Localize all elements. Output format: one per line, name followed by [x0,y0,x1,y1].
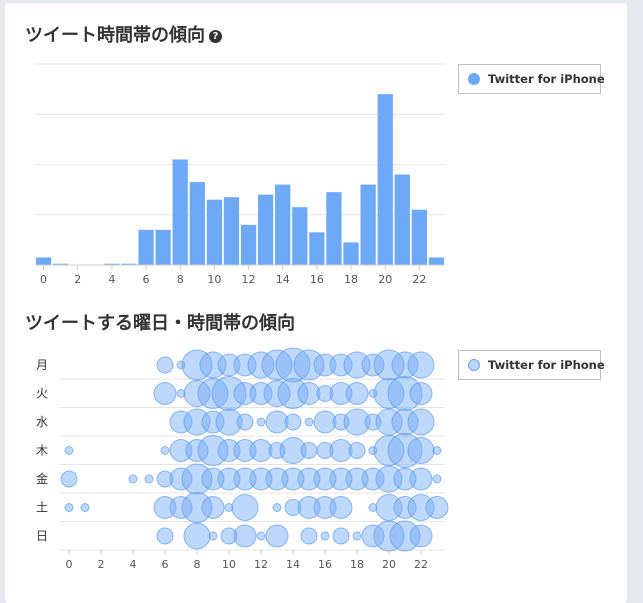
y-tick-label: 月 [36,358,48,372]
bubble[interactable] [352,531,362,541]
y-tick-label: 水 [36,415,48,429]
x-tick-label: 16 [318,558,332,571]
bubble[interactable] [128,474,138,484]
y-tick-label: 火 [36,387,48,401]
bubble[interactable] [329,496,353,519]
x-tick-label: 8 [177,273,184,286]
bubble[interactable] [345,382,369,405]
bubble[interactable] [256,531,266,541]
x-tick-label: 20 [378,273,392,286]
bubble[interactable] [153,382,177,405]
bubble[interactable] [348,442,366,459]
bar[interactable] [343,242,359,265]
x-tick-label: 0 [40,273,47,286]
x-tick-label: 14 [276,273,290,286]
bubble[interactable] [284,413,302,431]
bar[interactable] [275,184,291,265]
y-tick-label: 金 [36,471,48,486]
bar[interactable] [394,174,410,265]
bubble[interactable] [156,356,174,374]
bar[interactable] [360,184,376,265]
bar[interactable] [428,257,445,265]
bar[interactable] [206,199,223,265]
bar[interactable] [257,194,274,265]
bubble[interactable] [272,503,282,512]
y-tick-label: 土 [36,501,48,515]
bubble[interactable] [320,531,330,541]
bar[interactable] [155,229,171,265]
bubble[interactable] [407,408,435,436]
bar[interactable] [189,182,205,265]
x-tick-label: 22 [412,273,426,286]
weekday-chart-title: ツイートする曜日・時間帯の傾向 [25,313,295,334]
bubble[interactable] [64,446,74,455]
bubble[interactable] [300,527,318,545]
x-tick-label: 8 [194,558,201,571]
x-tick-label: 14 [286,558,300,571]
x-tick-label: 18 [344,273,358,286]
x-tick-label: 12 [254,558,268,571]
x-tick-label: 12 [242,273,256,286]
x-tick-label: 2 [98,558,105,571]
hourly-bar-chart: 0 2 4 6 8 10 12 14 16 18 20 22 [35,63,445,286]
bar[interactable] [377,94,393,266]
bubble[interactable] [208,531,218,541]
x-tick-label: 22 [414,558,428,571]
bubble[interactable] [304,417,314,427]
bubble[interactable] [80,503,90,512]
bubble[interactable] [300,442,318,459]
bubble[interactable] [409,467,433,491]
bubble[interactable] [201,496,225,519]
x-tick-label: 4 [130,558,137,571]
x-tick-label: 6 [162,558,169,571]
bar[interactable] [172,159,188,265]
bubble[interactable] [332,527,350,545]
bubble[interactable] [64,503,74,512]
x-tick-label: 10 [207,273,221,286]
x-tick-label: 10 [222,558,236,571]
x-tick-label: 20 [382,558,396,571]
bubble[interactable] [183,522,211,550]
bubble[interactable] [265,524,289,548]
bubble[interactable] [236,413,254,431]
bar[interactable] [309,232,325,265]
bubble[interactable] [160,446,170,455]
y-tick-label: 日 [36,529,48,543]
x-tick-label: 2 [74,273,81,286]
bubble[interactable] [432,446,442,455]
bubble[interactable] [256,417,266,427]
bubble[interactable] [409,524,433,548]
y-tick-label: 木 [36,444,48,458]
bar[interactable] [240,224,257,265]
bubble[interactable] [231,494,259,521]
bar[interactable] [138,229,154,265]
bubble[interactable] [432,474,442,484]
bar[interactable] [292,207,308,265]
bar[interactable] [223,197,240,265]
bar[interactable] [35,257,52,265]
x-tick-label: 16 [310,273,324,286]
bubble[interactable] [425,496,449,519]
bubble[interactable] [144,474,154,484]
bubble[interactable] [60,470,78,488]
bar[interactable] [326,192,342,265]
bubble[interactable] [409,382,433,405]
bubble[interactable] [233,524,257,548]
weekday-bubble-chart: 月火水木金土日 0 2 4 6 8 10 12 14 16 18 20 22 [36,347,449,571]
x-tick-label: 18 [350,558,364,571]
bubble[interactable] [407,437,435,464]
bubble[interactable] [407,351,435,379]
bubble[interactable] [156,527,174,545]
bar[interactable] [411,209,428,265]
x-tick-label: 6 [143,273,150,286]
x-tick-label: 4 [108,273,115,286]
x-tick-label: 0 [66,558,73,571]
